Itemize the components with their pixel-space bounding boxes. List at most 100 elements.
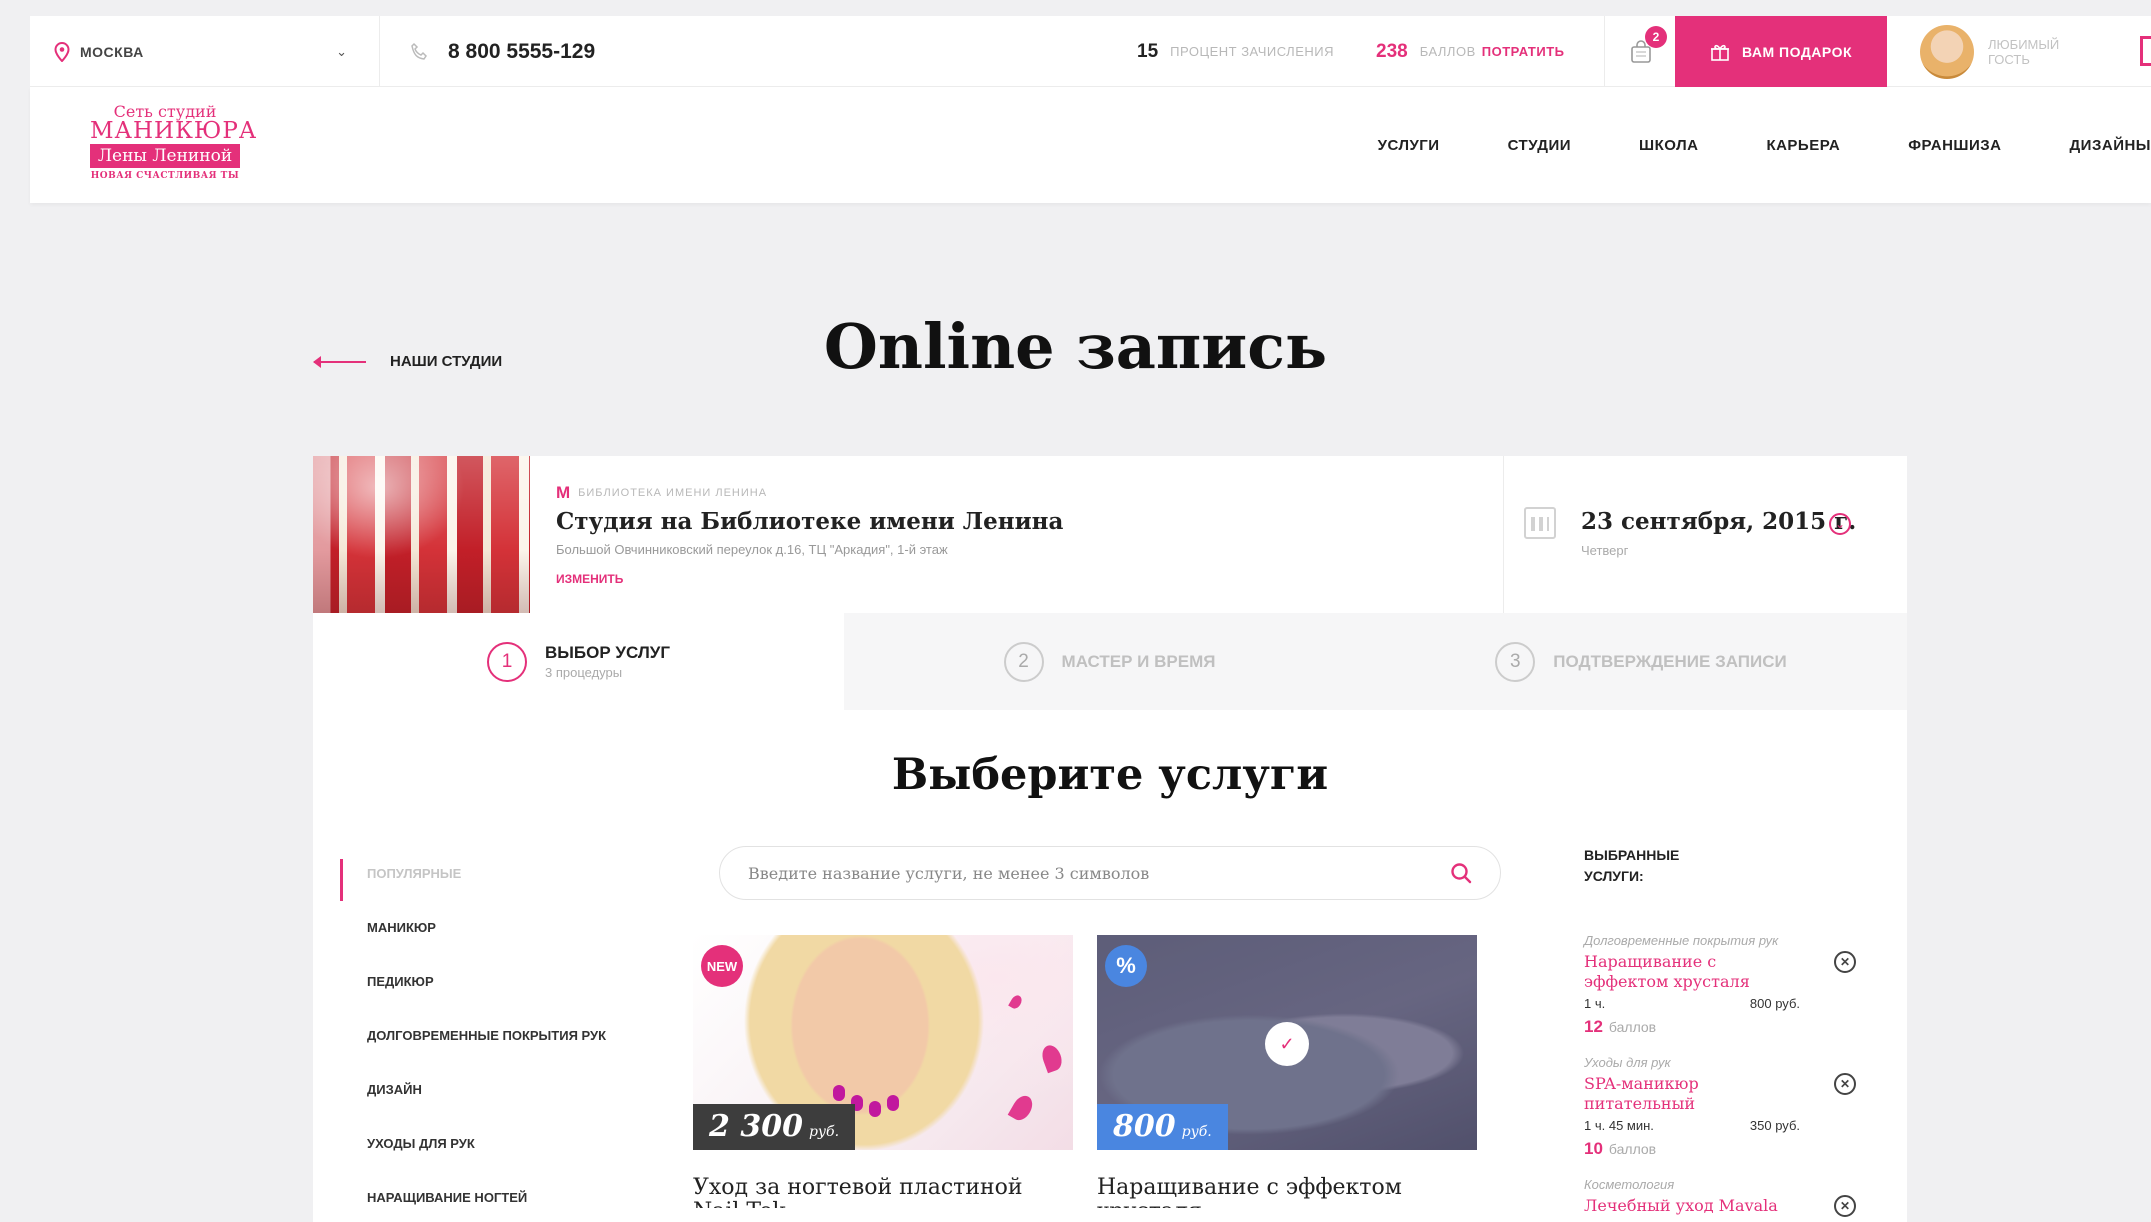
nav-services[interactable]: УСЛУГИ bbox=[1378, 137, 1440, 154]
spend-points-link[interactable]: ПОТРАТИТЬ bbox=[1482, 44, 1565, 59]
category-item[interactable]: ДИЗАЙН bbox=[340, 1062, 606, 1116]
selected-duration: 1 ч. 45 мин. bbox=[1584, 1118, 1654, 1133]
selected-price: 800 руб. bbox=[1749, 996, 1800, 1011]
category-item[interactable]: ДОЛГОВРЕМЕННЫЕ ПОКРЫТИЯ РУК bbox=[340, 1008, 606, 1062]
top-bar: МОСКВА ⌄ 8 800 5555-129 15 ПРОЦЕНТ ЗАЧИС… bbox=[30, 16, 2151, 87]
metro-station: M БИБЛИОТЕКА ИМЕНИ ЛЕНИНА bbox=[556, 483, 767, 503]
step-master-time[interactable]: 2 МАСТЕР И ВРЕМЯ bbox=[844, 613, 1375, 710]
studio-address: Большой Овчинниковский переулок д.16, ТЦ… bbox=[556, 542, 948, 557]
price-currency: руб. bbox=[1181, 1124, 1212, 1140]
chevron-down-icon: ⌄ bbox=[336, 43, 347, 59]
percent-stat: 15 ПРОЦЕНТ ЗАЧИСЛЕНИЯ bbox=[1137, 16, 1334, 87]
nav-school[interactable]: ШКОЛА bbox=[1639, 137, 1698, 154]
category-item[interactable]: УХОДЫ ДЛЯ РУК bbox=[340, 1116, 606, 1170]
service-card[interactable]: NEW 2 300 руб. Уход за ногтевой пластино… bbox=[693, 935, 1073, 1208]
phone-icon bbox=[411, 42, 427, 60]
logo[interactable]: Сеть студий МАНИКЮРА Лены Лениной НОВАЯ … bbox=[90, 103, 258, 181]
points-label: БАЛЛОВ bbox=[1419, 44, 1476, 59]
category-item[interactable]: МАНИКЮР bbox=[340, 900, 606, 954]
category-item[interactable]: НАРАЩИВАНИЕ НОГТЕЙ bbox=[340, 1170, 606, 1222]
change-studio-link[interactable]: ИЗМЕНИТЬ bbox=[556, 572, 623, 586]
step-title: МАСТЕР И ВРЕМЯ bbox=[1061, 651, 1216, 671]
step-services[interactable]: 1 ВЫБОР УСЛУГ 3 процедуры bbox=[313, 613, 844, 710]
selected-category: Уходы для рук bbox=[1584, 1055, 1671, 1070]
nav-career[interactable]: КАРЬЕРА bbox=[1766, 137, 1840, 154]
selected-name[interactable]: Наращивание с эффектом хрусталя bbox=[1584, 952, 1804, 992]
location-pin-icon bbox=[54, 41, 70, 62]
search-icon[interactable] bbox=[1450, 862, 1472, 884]
step-number: 2 bbox=[1003, 641, 1044, 682]
avatar bbox=[1920, 24, 1974, 79]
step-title: ПОДТВЕРЖДЕНИЕ ЗАПИСИ bbox=[1553, 651, 1787, 671]
step-confirmation[interactable]: 3 ПОДТВЕРЖДЕНИЕ ЗАПИСИ bbox=[1375, 613, 1907, 710]
services-panel: Выберите услуги ПОПУЛЯРНЫЕ МАНИКЮР ПЕДИК… bbox=[313, 710, 1907, 1222]
percent-value: 15 bbox=[1137, 40, 1159, 62]
phone[interactable]: 8 800 5555-129 bbox=[410, 16, 595, 87]
main-header: Сеть студий МАНИКЮРА Лены Лениной НОВАЯ … bbox=[30, 87, 2151, 203]
service-search bbox=[719, 846, 1501, 900]
selected-points: 10 баллов bbox=[1584, 1139, 1884, 1159]
new-badge: NEW bbox=[701, 945, 743, 987]
studio-card: M БИБЛИОТЕКА ИМЕНИ ЛЕНИНА Студия на Библ… bbox=[313, 456, 1907, 613]
discount-badge: % bbox=[1105, 945, 1147, 987]
selected-name[interactable]: SPA-маникюр питательный bbox=[1584, 1074, 1804, 1114]
gift-icon bbox=[1710, 44, 1729, 61]
selected-details: 1 ч. 45 мин. 350 руб. bbox=[1584, 1118, 1800, 1133]
selected-item: Уходы для рук SPA-маникюр питательный 1 … bbox=[1584, 1055, 1884, 1159]
booking-weekday: Четверг bbox=[1581, 543, 1629, 558]
service-card[interactable]: % ✓ 800 руб. Наращивание с эффектом хрус… bbox=[1097, 935, 1477, 1208]
nav-studios[interactable]: СТУДИИ bbox=[1508, 137, 1571, 154]
selected-heading-line-2: УСЛУГИ: bbox=[1584, 868, 1644, 884]
main-nav: УСЛУГИ СТУДИИ ШКОЛА КАРЬЕРА ФРАНШИЗА ДИЗ… bbox=[1310, 87, 2151, 203]
nav-designs[interactable]: ДИЗАЙНЫ bbox=[2070, 137, 2151, 154]
service-photo: NEW 2 300 руб. bbox=[693, 935, 1073, 1150]
studio-photo bbox=[313, 456, 530, 613]
remove-icon[interactable]: ✕ bbox=[1834, 1073, 1856, 1095]
booking-date[interactable]: 23 сентября, 2015 г. bbox=[1581, 508, 1856, 535]
metro-name: БИБЛИОТЕКА ИМЕНИ ЛЕНИНА bbox=[578, 487, 768, 499]
edge-icon bbox=[2140, 36, 2151, 66]
selected-item: Долговременные покрытия рук Наращивание … bbox=[1584, 933, 1884, 1037]
selected-points: 12 баллов bbox=[1584, 1017, 1884, 1037]
points-stat: 238 БАЛЛОВ ПОТРАТИТЬ bbox=[1376, 16, 1565, 87]
search-input[interactable] bbox=[748, 863, 1450, 883]
price-tag: 2 300 руб. bbox=[693, 1104, 856, 1150]
page-title: Online запись bbox=[823, 310, 1328, 383]
check-icon: ✓ bbox=[1265, 1022, 1309, 1066]
selected-price: 350 руб. bbox=[1749, 1118, 1800, 1133]
logo-tagline: НОВАЯ СЧАСТЛИВАЯ ТЫ bbox=[90, 171, 240, 181]
city-label: МОСКВА bbox=[80, 43, 144, 60]
user-menu[interactable]: ЛЮБИМЫЙ ГОСТЬ bbox=[1920, 16, 2078, 87]
remove-icon[interactable]: ✕ bbox=[1834, 1195, 1856, 1217]
metro-icon: M bbox=[556, 483, 571, 502]
cart-count-badge: 2 bbox=[1645, 26, 1667, 48]
selected-category: Долговременные покрытия рук bbox=[1584, 933, 1779, 948]
selected-name[interactable]: Лечебный уход Mavala bbox=[1584, 1196, 1804, 1216]
booking-steps: 1 ВЫБОР УСЛУГ 3 процедуры 2 МАСТЕР И ВРЕ… bbox=[313, 613, 1907, 710]
selected-duration: 1 ч. bbox=[1584, 996, 1606, 1011]
cart-button[interactable]: 2 bbox=[1604, 16, 1676, 87]
percent-label: ПРОЦЕНТ ЗАЧИСЛЕНИЯ bbox=[1170, 44, 1335, 59]
points-label: баллов bbox=[1608, 1019, 1657, 1035]
points-value: 10 bbox=[1584, 1139, 1603, 1158]
price-currency: руб. bbox=[808, 1124, 840, 1140]
category-item[interactable]: ПОПУЛЯРНЫЕ bbox=[340, 846, 606, 901]
gift-label: ВАМ ПОДАРОК bbox=[1741, 43, 1852, 60]
step-title: ВЫБОР УСЛУГ bbox=[545, 643, 670, 662]
chevron-down-icon[interactable]: ⌄ bbox=[1829, 513, 1851, 535]
step-number: 3 bbox=[1495, 641, 1536, 682]
phone-number: 8 800 5555-129 bbox=[448, 39, 596, 63]
remove-icon[interactable]: ✕ bbox=[1834, 951, 1856, 973]
calendar-icon bbox=[1524, 507, 1556, 539]
price-tag: 800 руб. bbox=[1097, 1104, 1228, 1150]
nav-franchise[interactable]: ФРАНШИЗА bbox=[1908, 137, 2001, 154]
step-subtitle: 3 процедуры bbox=[545, 665, 623, 680]
service-photo: % ✓ 800 руб. bbox=[1097, 935, 1477, 1150]
divider bbox=[1503, 456, 1504, 613]
points-value: 238 bbox=[1376, 40, 1408, 62]
city-selector[interactable]: МОСКВА ⌄ bbox=[30, 16, 380, 87]
points-value: 12 bbox=[1584, 1017, 1603, 1036]
logo-line-2: МАНИКЮРА bbox=[90, 118, 258, 144]
category-item[interactable]: ПЕДИКЮР bbox=[340, 954, 606, 1008]
gift-button[interactable]: ВАМ ПОДАРОК bbox=[1675, 16, 1887, 87]
